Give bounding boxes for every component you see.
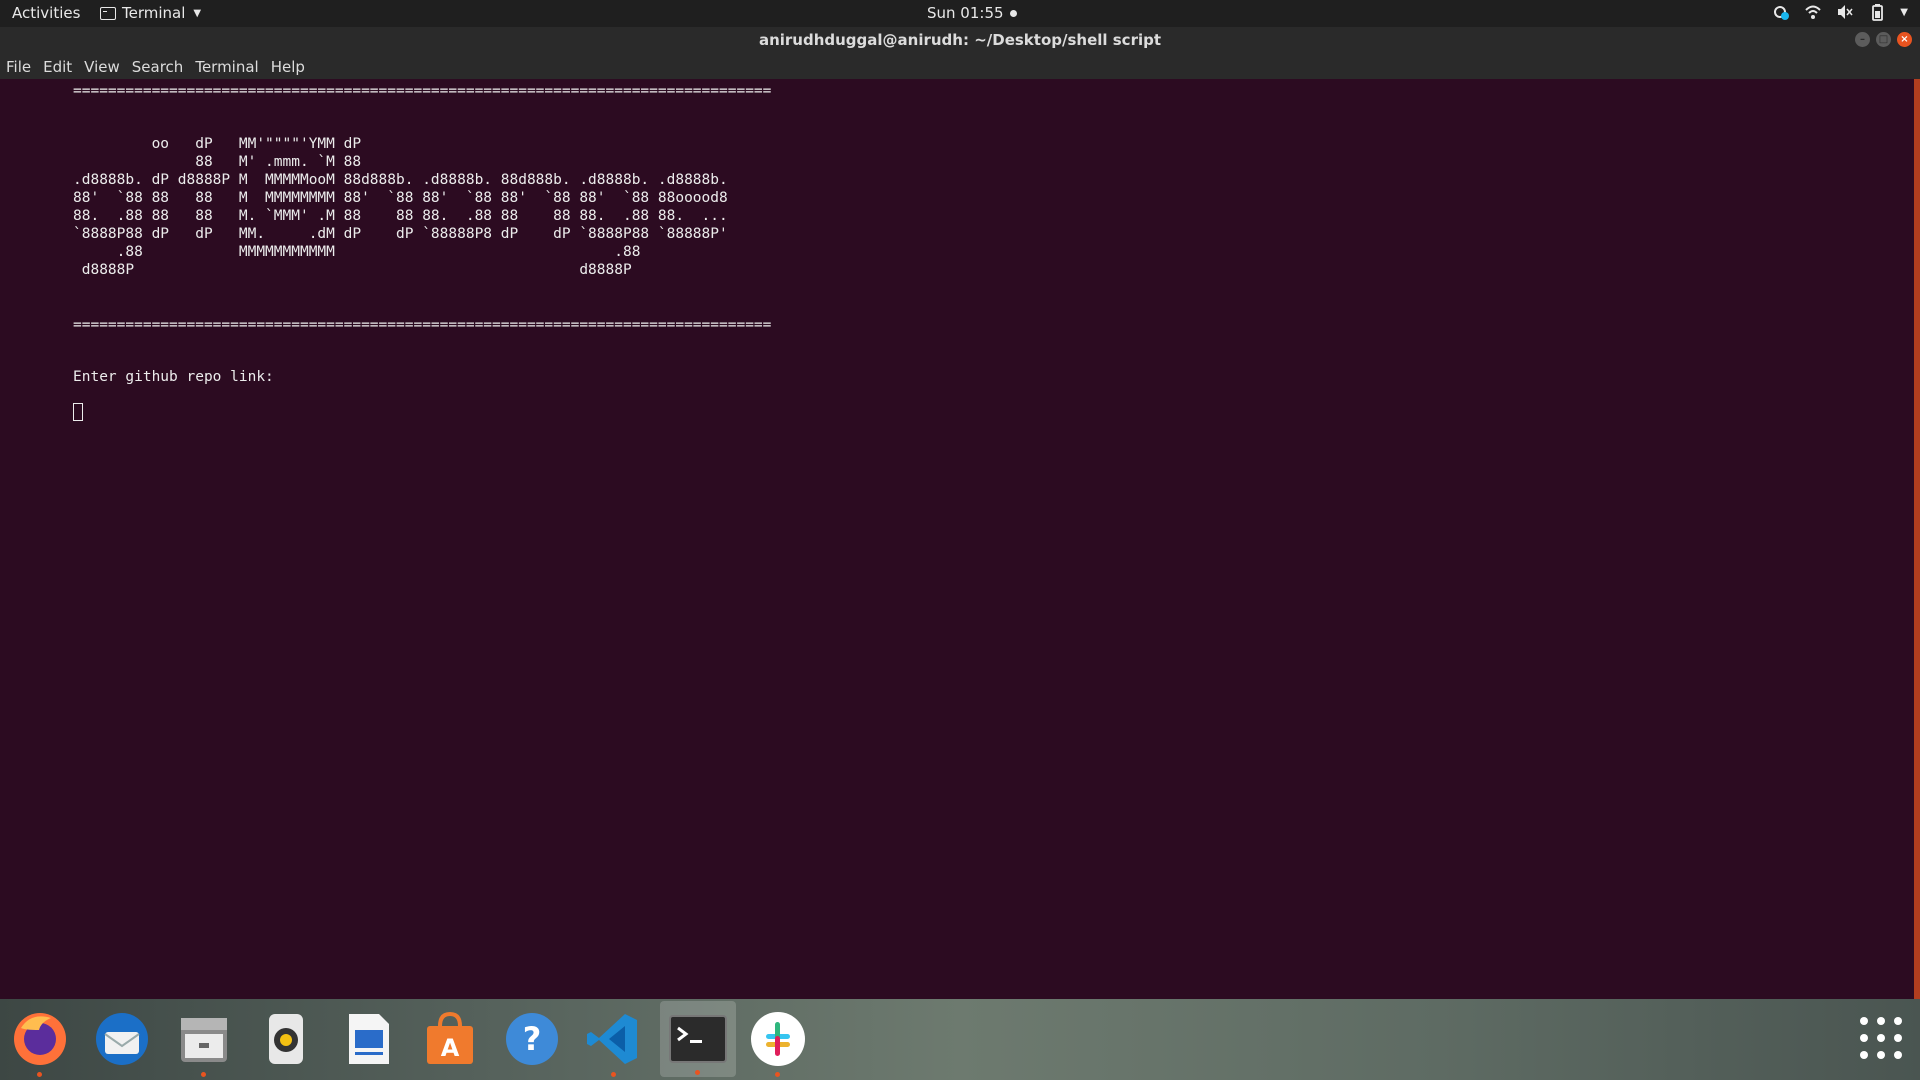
close-icon[interactable]: × xyxy=(1897,32,1912,47)
settings-daemon-icon[interactable] xyxy=(1772,3,1790,21)
top-panel: Activities Terminal ▼ Sun 01:55 ▼ xyxy=(0,0,1920,27)
running-indicator xyxy=(775,1072,780,1077)
window-title: anirudhduggal@anirudh: ~/Desktop/shell s… xyxy=(758,31,1162,49)
separator-top: ========================================… xyxy=(73,83,772,99)
volume-icon[interactable] xyxy=(1836,3,1854,21)
app-menu[interactable]: Terminal ▼ xyxy=(100,4,201,22)
dock-slack[interactable] xyxy=(746,1007,810,1077)
dock-firefox[interactable] xyxy=(8,1007,72,1077)
slack-icon xyxy=(751,1012,805,1066)
libreoffice-writer-icon xyxy=(349,1014,389,1064)
banner-line: 88. .88 88 88 M. `MMM' .M 88 88 88. .88 … xyxy=(73,208,728,224)
dock-software[interactable]: A xyxy=(418,1007,482,1071)
window-titlebar[interactable]: anirudhduggal@anirudh: ~/Desktop/shell s… xyxy=(0,27,1920,54)
prompt-text: Enter github repo link: xyxy=(73,369,274,385)
dock-thunderbird[interactable] xyxy=(90,1007,154,1071)
separator-bottom: ========================================… xyxy=(73,317,772,333)
running-indicator xyxy=(611,1072,616,1077)
dock-writer[interactable] xyxy=(336,1007,400,1071)
svg-text:A: A xyxy=(441,1034,460,1062)
terminal-icon xyxy=(669,1015,727,1063)
software-center-icon: A xyxy=(427,1011,473,1064)
help-icon: ? xyxy=(506,1013,558,1065)
terminal-small-icon xyxy=(100,6,116,20)
maximize-icon[interactable]: □ xyxy=(1876,32,1891,47)
rhythmbox-icon xyxy=(269,1014,303,1064)
clock[interactable]: Sun 01:55 xyxy=(927,4,1017,22)
vscode-icon xyxy=(587,1014,637,1064)
menu-file[interactable]: File xyxy=(6,58,31,76)
menu-edit[interactable]: Edit xyxy=(43,58,72,76)
battery-icon[interactable] xyxy=(1868,3,1886,21)
menu-help[interactable]: Help xyxy=(271,58,305,76)
dock-vscode[interactable] xyxy=(582,1007,646,1077)
notification-dot-icon xyxy=(1009,9,1017,17)
dock: A ? xyxy=(0,999,1920,1080)
wifi-icon[interactable] xyxy=(1804,3,1822,21)
text-cursor xyxy=(73,403,83,421)
running-indicator xyxy=(37,1072,42,1077)
dock-help[interactable]: ? xyxy=(500,1007,564,1071)
menu-view[interactable]: View xyxy=(84,58,120,76)
menu-search[interactable]: Search xyxy=(132,58,184,76)
dock-files[interactable] xyxy=(172,1007,236,1077)
dock-rhythmbox[interactable] xyxy=(254,1007,318,1071)
show-applications-icon[interactable] xyxy=(1860,1017,1904,1061)
banner-line: .d8888b. dP d8888P M MMMMMooM 88d888b. .… xyxy=(73,172,728,188)
banner-line: .88 MMMMMMMMMMM .88 xyxy=(73,244,641,260)
banner-line: oo dP MM'""""'YMM dP xyxy=(73,136,362,152)
window-controls: – □ × xyxy=(1855,32,1912,47)
running-indicator xyxy=(201,1072,206,1077)
minimize-icon[interactable]: – xyxy=(1855,32,1870,47)
system-tray[interactable]: ▼ xyxy=(1772,3,1908,21)
chevron-down-icon: ▼ xyxy=(193,7,202,19)
dock-terminal[interactable] xyxy=(660,1001,736,1077)
banner-line: 88' `88 88 88 M MMMMMMMM 88' `88 88' `88… xyxy=(73,190,728,206)
menu-terminal[interactable]: Terminal xyxy=(195,58,258,76)
svg-text:?: ? xyxy=(523,1020,542,1058)
banner-line: d8888P d8888P xyxy=(73,262,632,278)
thunderbird-icon xyxy=(96,1013,148,1065)
running-indicator xyxy=(695,1070,700,1075)
scrollbar[interactable] xyxy=(1914,79,1920,999)
clock-text: Sun 01:55 xyxy=(927,4,1004,22)
menubar: File Edit View Search Terminal Help xyxy=(0,54,1920,79)
terminal-output[interactable]: ========================================… xyxy=(0,79,1914,999)
banner-line: 88 M' .mmm. `M 88 xyxy=(73,154,362,170)
app-menu-label: Terminal xyxy=(122,4,186,22)
files-icon xyxy=(181,1018,227,1062)
activities-button[interactable]: Activities xyxy=(12,4,80,22)
banner-line: `8888P88 dP dP MM. .dM dP dP `88888P8 dP… xyxy=(73,226,728,242)
firefox-icon xyxy=(14,1013,66,1065)
chevron-down-icon[interactable]: ▼ xyxy=(1900,7,1908,18)
